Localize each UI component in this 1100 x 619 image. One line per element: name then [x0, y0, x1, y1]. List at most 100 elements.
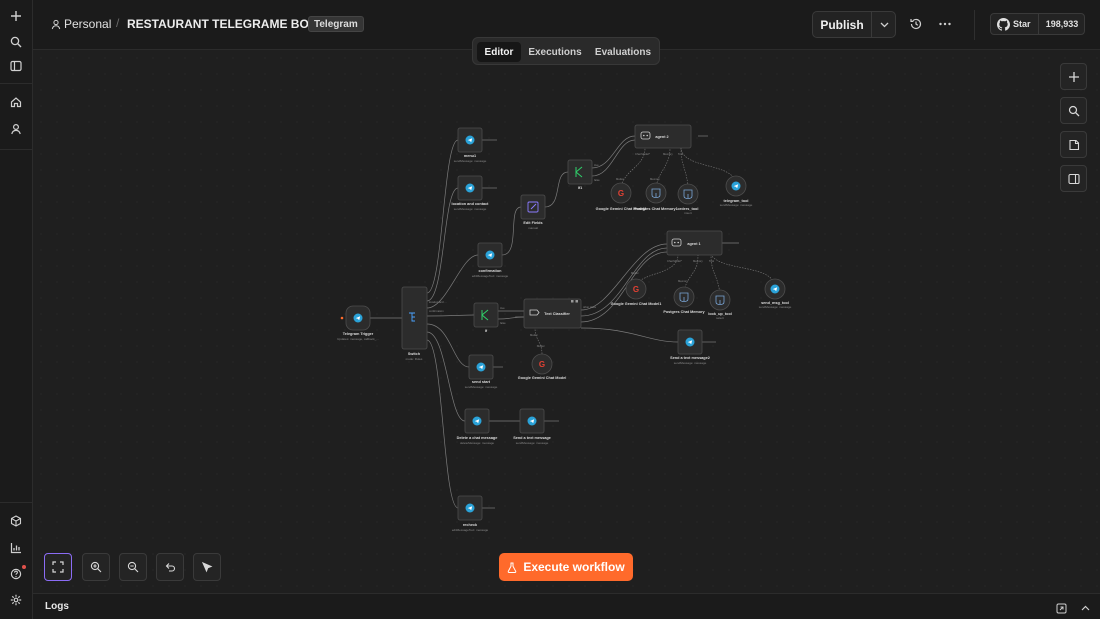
- notification-dot: [22, 565, 26, 569]
- search-icon[interactable]: [6, 32, 26, 52]
- github-star-button[interactable]: Star 198,933: [990, 13, 1085, 35]
- node-telegram-tool[interactable]: telegram_tool sendMessage: message: [720, 175, 753, 207]
- port-label: confirmation: [429, 309, 444, 313]
- node-location-and-contact[interactable]: location and contact sendMessage: messag…: [452, 175, 490, 211]
- node-label: Send a text message2: [670, 356, 710, 360]
- port-label: location and ...: [429, 300, 447, 304]
- edge-edit-if1: [544, 171, 569, 208]
- pop-out-icon[interactable]: [1056, 601, 1067, 614]
- templates-icon[interactable]: [6, 511, 26, 531]
- publish-options-chevron-down-icon[interactable]: [872, 12, 896, 37]
- edge-classifier-send2: [580, 327, 679, 343]
- node-if1[interactable]: If1 true false: [567, 159, 600, 190]
- workflow-name[interactable]: RESTAURANT TELEGRAME BOT: [127, 17, 316, 31]
- node-send-start[interactable]: send start sendMessage: message: [465, 354, 498, 389]
- node-subtitle: sendMessage: message: [720, 203, 753, 207]
- node-telegram-trigger[interactable]: Telegram Trigger Updates: message, callb…: [337, 305, 379, 341]
- workflow-canvas[interactable]: Editor Executions Evaluations Telegram T…: [33, 37, 1100, 593]
- app-window: Personal / RESTAURANT TELEGRAME BOT Tele…: [0, 0, 1100, 619]
- port-label: Tool: [709, 259, 714, 263]
- home-icon[interactable]: [6, 92, 26, 112]
- node-subtitle: editMessageText: message: [472, 274, 509, 278]
- fit-view-icon[interactable]: [44, 553, 72, 581]
- project-breadcrumb[interactable]: Personal: [64, 17, 111, 31]
- node-gemini-model[interactable]: Model G Google Gemini Chat Model: [518, 344, 567, 380]
- node-label: Google Gemini Chat Model: [518, 376, 567, 380]
- flask-icon: [508, 562, 517, 573]
- edge-telegram-tool-agent2: [680, 147, 737, 186]
- port-label: Chat Model*: [635, 152, 650, 156]
- node-label: Postgres Chat Memory1: [634, 207, 677, 211]
- node-switch[interactable]: Switch mode: Rules location and ... conf…: [401, 286, 447, 361]
- execute-workflow-button[interactable]: Execute workflow: [499, 553, 633, 581]
- node-label: Send a text message: [513, 436, 551, 440]
- node-label: Google Gemini Chat Model1: [611, 302, 662, 306]
- chevron-up-icon[interactable]: [1080, 601, 1091, 612]
- node-subtitle: Updates: message, callback_...: [337, 337, 379, 341]
- logs-label: Logs: [45, 601, 69, 612]
- node-toolbar-icon[interactable]: [575, 300, 579, 303]
- node-label: Switch: [408, 352, 421, 356]
- breadcrumb-separator: /: [116, 16, 120, 30]
- node-agent-2[interactable]: agent 2 Chat Model* Memory Tool: [634, 124, 692, 156]
- settings-gear-icon[interactable]: [6, 590, 26, 610]
- port-label: false: [594, 178, 600, 182]
- port-label: Model: [631, 271, 639, 275]
- zoom-out-icon[interactable]: [119, 553, 147, 581]
- add-icon[interactable]: [6, 6, 26, 26]
- workflow-graph: Telegram Trigger Updates: message, callb…: [337, 124, 792, 532]
- publish-button[interactable]: Publish: [813, 12, 871, 37]
- node-confirmation[interactable]: confirmation editMessageText: message: [472, 242, 509, 278]
- node-label: If1: [578, 186, 582, 190]
- user-icon[interactable]: [6, 119, 26, 139]
- undo-icon[interactable]: [156, 553, 184, 581]
- cursor-pointer-icon[interactable]: [193, 553, 221, 581]
- google-g-icon: G: [633, 285, 639, 294]
- node-subtitle: sendMessage: message: [454, 159, 487, 163]
- edge-switch-recheck: [426, 339, 459, 509]
- node-postgres-memory[interactable]: Memory Postgres Chat Memory: [663, 279, 705, 314]
- node-send-text-message2[interactable]: Send a text message2 sendMessage: messag…: [670, 329, 710, 365]
- node-label: agent 1: [687, 242, 700, 246]
- logs-panel-bar[interactable]: Logs: [33, 593, 1100, 619]
- more-options-icon[interactable]: [937, 17, 953, 31]
- edge-sendmsg-agent1: [710, 254, 776, 289]
- insights-chart-icon[interactable]: [6, 538, 26, 558]
- node-subtitle: manual: [528, 226, 538, 230]
- node-look-up-tool[interactable]: look_up_tool select: [708, 289, 732, 320]
- node-text-classifier[interactable]: Text Classifier other class Model: [523, 298, 597, 337]
- github-star-count: 198,933: [1045, 19, 1079, 29]
- zoom-in-icon[interactable]: [82, 553, 110, 581]
- history-icon[interactable]: [909, 17, 923, 31]
- node-label: If: [485, 329, 488, 333]
- port-label: Memory: [650, 177, 660, 181]
- node-menu1[interactable]: menu1 sendMessage: message: [454, 127, 487, 163]
- user-icon: [51, 17, 61, 31]
- google-g-icon: G: [539, 360, 545, 369]
- panel-toggle-icon[interactable]: [6, 56, 26, 76]
- node-subtitle: editMessageText: message: [452, 528, 489, 532]
- node-agent-1[interactable]: agent 1 Chat Model* Memory Tool: [666, 230, 723, 263]
- port-label: Model: [530, 333, 538, 337]
- node-label: agent 2: [655, 135, 668, 139]
- node-subtitle: deleteMessage: message: [460, 441, 495, 445]
- node-if[interactable]: If true false: [473, 302, 506, 333]
- workflow-tag[interactable]: Telegram: [308, 16, 364, 32]
- node-send-msg-tool[interactable]: send_msg_tool sendMessage: message: [759, 278, 792, 309]
- port-label: Tool: [678, 152, 683, 156]
- node-gemini-model1[interactable]: Model G Google Gemini Chat Model1: [611, 271, 662, 306]
- node-edit-fields[interactable]: Edit Fields manual: [520, 194, 546, 230]
- port-label: Chat Model*: [667, 259, 682, 263]
- node-gemini-model2[interactable]: Model G Google Gemini Chat Model2: [596, 177, 647, 211]
- node-orders-tool[interactable]: orders_tool insert: [678, 183, 699, 215]
- node-send-text-message[interactable]: Send a text message sendMessage: message: [513, 408, 551, 445]
- left-sidebar: [0, 0, 33, 619]
- node-subtitle: sendMessage: message: [759, 305, 792, 309]
- node-subtitle: sendMessage: message: [674, 361, 707, 365]
- node-recheck[interactable]: recheck editMessageText: message: [452, 495, 489, 532]
- port-label: Model: [616, 177, 624, 181]
- node-delete-chat-message[interactable]: Delete a chat message deleteMessage: mes…: [457, 408, 498, 445]
- node-toolbar-icon[interactable]: [571, 300, 574, 303]
- google-g-icon: G: [618, 189, 624, 198]
- node-postgres-memory1[interactable]: Memory Postgres Chat Memory1: [634, 177, 677, 211]
